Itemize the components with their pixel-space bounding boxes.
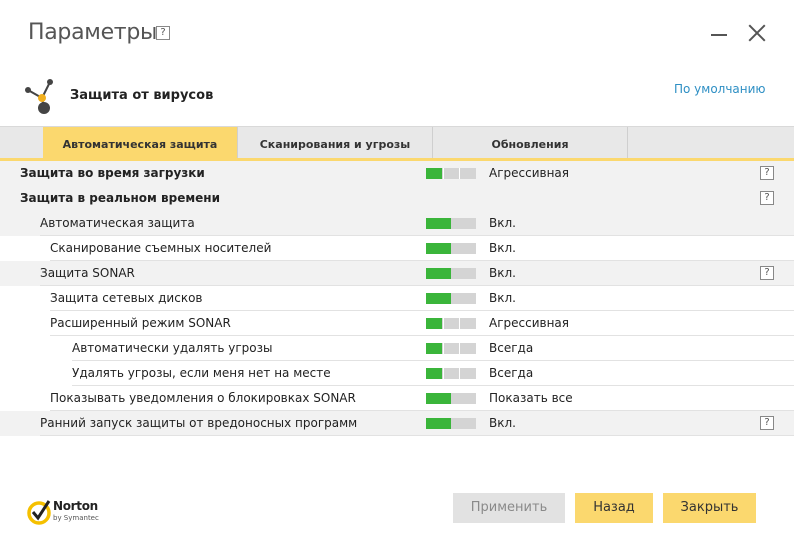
setting-row[interactable]: Сканирование съемных носителей Вкл.: [0, 236, 794, 261]
setting-row[interactable]: Защита во время загрузки Агрессивная?: [0, 161, 794, 186]
norton-logo-icon: [27, 500, 51, 525]
tab-scans-threats[interactable]: Сканирования и угрозы: [238, 127, 433, 159]
setting-value: Всегда: [489, 341, 534, 355]
setting-level-slider[interactable]: [426, 218, 476, 229]
help-icon[interactable]: ?: [760, 166, 774, 180]
tab-auto-protect[interactable]: Автоматическая защита: [43, 127, 238, 159]
setting-row[interactable]: Автоматическая защита Вкл.: [0, 211, 794, 236]
setting-level-slider[interactable]: [426, 418, 476, 429]
setting-row[interactable]: Ранний запуск защиты от вредоносных прог…: [0, 411, 794, 436]
brand-sub: by Symantec: [53, 514, 99, 522]
setting-level-slider[interactable]: [426, 343, 476, 354]
setting-label: Расширенный режим SONAR: [50, 316, 231, 330]
setting-value: Вкл.: [489, 416, 516, 430]
setting-row[interactable]: Защита сетевых дисков Вкл.: [0, 286, 794, 311]
setting-label: Сканирование съемных носителей: [50, 241, 272, 255]
setting-value: Показать все: [489, 391, 573, 405]
virus-protection-icon: [25, 79, 53, 114]
tab-updates[interactable]: Обновления: [433, 127, 628, 159]
apply-button[interactable]: Применить: [453, 493, 565, 523]
minimize-icon[interactable]: [709, 22, 729, 42]
defaults-link[interactable]: По умолчанию: [674, 82, 766, 96]
setting-row[interactable]: Удалять угрозы, если меня нет на месте Вс…: [0, 361, 794, 386]
setting-level-slider[interactable]: [426, 393, 476, 404]
setting-value: Агрессивная: [489, 316, 569, 330]
brand-name: Norton: [53, 499, 98, 513]
close-button[interactable]: Закрыть: [663, 493, 756, 523]
close-icon[interactable]: [746, 22, 768, 44]
setting-label: Защита сетевых дисков: [50, 291, 203, 305]
setting-label: Удалять угрозы, если меня нет на месте: [72, 366, 331, 380]
setting-row[interactable]: Расширенный режим SONAR Агрессивная: [0, 311, 794, 336]
setting-level-slider[interactable]: [426, 268, 476, 279]
setting-label: Показывать уведомления о блокировках SON…: [50, 391, 356, 405]
setting-label: Защита в реальном времени: [20, 191, 220, 205]
setting-value: Всегда: [489, 366, 534, 380]
setting-row[interactable]: Защита SONAR Вкл.?: [0, 261, 794, 286]
setting-value: Вкл.: [489, 291, 516, 305]
back-button[interactable]: Назад: [575, 493, 653, 523]
setting-value: Вкл.: [489, 266, 516, 280]
tab-bar: Автоматическая защита Сканирования и угр…: [0, 126, 794, 159]
setting-row[interactable]: Автоматически удалять угрозы Всегда: [0, 336, 794, 361]
setting-label: Автоматическая защита: [40, 216, 195, 230]
section-title: Защита от вирусов: [70, 88, 214, 103]
window-title: Параметры: [28, 20, 158, 45]
help-icon[interactable]: ?: [156, 26, 170, 40]
setting-row[interactable]: Защита в реальном времени?: [0, 186, 794, 211]
setting-level-slider[interactable]: [426, 168, 476, 179]
setting-level-slider[interactable]: [426, 293, 476, 304]
setting-label: Автоматически удалять угрозы: [72, 341, 273, 355]
help-icon[interactable]: ?: [760, 266, 774, 280]
setting-row[interactable]: Показывать уведомления о блокировках SON…: [0, 386, 794, 411]
setting-label: Защита SONAR: [40, 266, 135, 280]
setting-value: Агрессивная: [489, 166, 569, 180]
setting-level-slider[interactable]: [426, 318, 476, 329]
setting-label: Защита во время загрузки: [20, 166, 205, 180]
row-divider: [40, 435, 794, 436]
help-icon[interactable]: ?: [760, 191, 774, 205]
help-icon[interactable]: ?: [760, 416, 774, 430]
setting-level-slider[interactable]: [426, 243, 476, 254]
setting-value: Вкл.: [489, 241, 516, 255]
setting-level-slider[interactable]: [426, 368, 476, 379]
setting-value: Вкл.: [489, 216, 516, 230]
setting-label: Ранний запуск защиты от вредоносных прог…: [40, 416, 358, 430]
